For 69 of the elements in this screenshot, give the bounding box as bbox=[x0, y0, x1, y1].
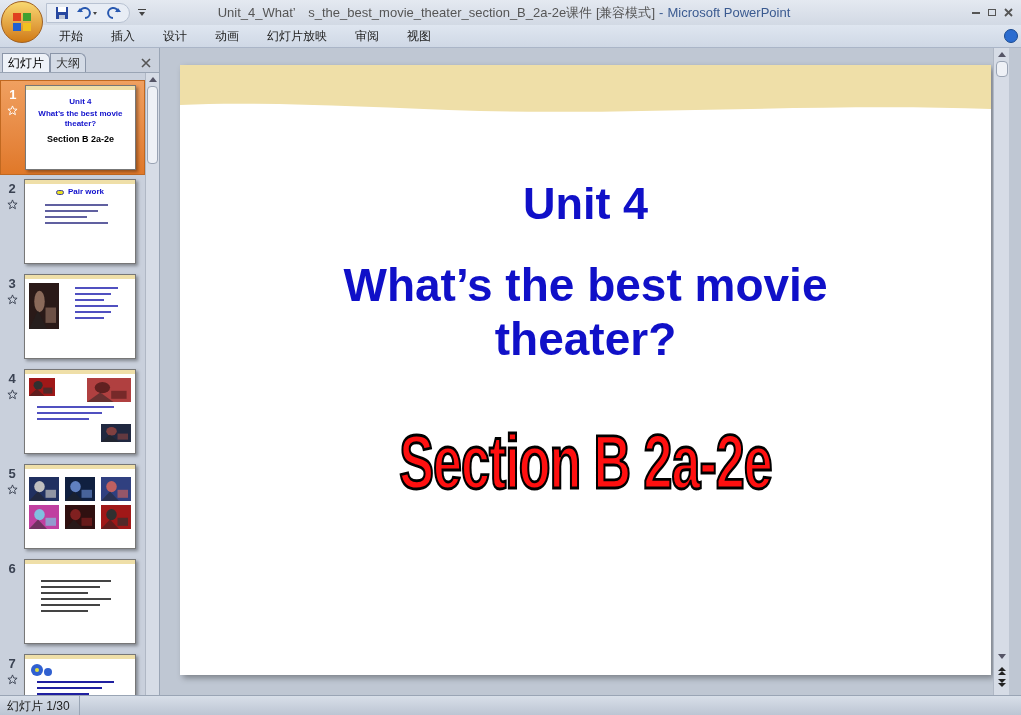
next-slide-icon[interactable] bbox=[997, 679, 1006, 687]
slide-number: 7 bbox=[8, 657, 16, 670]
text-line-drawing bbox=[41, 592, 88, 594]
ribbon-tab[interactable]: 设计 bbox=[154, 25, 196, 47]
office-logo-icon bbox=[12, 12, 32, 32]
text-line-drawing bbox=[75, 287, 119, 289]
text-line-drawing bbox=[45, 204, 108, 206]
text-line-drawing bbox=[37, 418, 89, 420]
text-line-drawing bbox=[41, 604, 100, 606]
minimize-icon[interactable] bbox=[972, 11, 980, 14]
text-line-drawing bbox=[75, 311, 111, 313]
thumb-subtitle: What’s the best movie theater? bbox=[37, 109, 124, 129]
text-line-drawing bbox=[37, 687, 102, 689]
scroll-thumb[interactable] bbox=[147, 86, 158, 164]
text-line-drawing bbox=[41, 580, 112, 582]
scroll-down-icon[interactable] bbox=[997, 654, 1006, 659]
close-icon[interactable] bbox=[141, 58, 151, 68]
ribbon-tab[interactable]: 视图 bbox=[398, 25, 440, 47]
close-icon[interactable] bbox=[1004, 8, 1013, 17]
thumb-title: Unit 4 bbox=[69, 98, 92, 106]
slide-number: 5 bbox=[8, 467, 16, 480]
badge-icon bbox=[56, 189, 64, 195]
save-icon[interactable] bbox=[55, 5, 69, 20]
slide-number: 6 bbox=[8, 562, 16, 575]
undo-icon[interactable] bbox=[77, 5, 99, 20]
flower-icon bbox=[29, 663, 55, 677]
slide-number: 3 bbox=[8, 277, 16, 290]
text-line-drawing bbox=[75, 299, 104, 301]
slide-subtitle: What’s the best movie theater? bbox=[342, 258, 829, 366]
slide-title: Unit 4 bbox=[523, 181, 648, 226]
title-separator: - bbox=[659, 3, 664, 22]
text-line-drawing bbox=[41, 610, 88, 612]
slide-counter: 幻灯片 1/30 bbox=[0, 696, 80, 715]
slide-number: 1 bbox=[9, 88, 17, 101]
ribbon-tab[interactable]: 动画 bbox=[206, 25, 248, 47]
previous-slide-icon[interactable] bbox=[997, 667, 1006, 675]
text-line-drawing bbox=[41, 586, 100, 588]
document-title: Unit_4_What’ s_the_best_movie_theater_section_B_2a-2e课件 [兼容模式] bbox=[217, 3, 656, 22]
panel-tab[interactable]: 幻灯片 bbox=[2, 53, 50, 72]
ribbon-tab[interactable]: 幻灯片放映 bbox=[258, 25, 336, 47]
ribbon-tab[interactable]: 插入 bbox=[102, 25, 144, 47]
scrollbar[interactable] bbox=[145, 73, 159, 695]
text-line-drawing bbox=[75, 305, 119, 307]
slide-number: 2 bbox=[8, 182, 16, 195]
thumb-heading: Pair work bbox=[68, 188, 104, 196]
text-line-drawing bbox=[45, 210, 98, 212]
text-line-drawing bbox=[45, 216, 87, 218]
slide-thumbnail[interactable]: 1 Unit 4 What’s the best movie theater? Section B 2a-2e bbox=[0, 80, 145, 175]
text-line-drawing bbox=[37, 412, 102, 414]
text-line-drawing bbox=[45, 222, 108, 224]
scroll-up-icon[interactable] bbox=[148, 77, 157, 82]
app-title: Microsoft PowerPoint bbox=[667, 3, 791, 22]
thumb-section: Section B 2a-2e bbox=[46, 135, 114, 144]
scrollbar[interactable] bbox=[993, 48, 1009, 695]
text-line-drawing bbox=[75, 293, 111, 295]
office-button[interactable] bbox=[1, 1, 43, 43]
section-heading: Section B 2a-2e bbox=[399, 424, 772, 500]
text-line-drawing bbox=[75, 317, 104, 319]
scroll-up-icon[interactable] bbox=[997, 52, 1006, 57]
restore-icon[interactable] bbox=[988, 9, 996, 16]
text-line-drawing bbox=[37, 693, 89, 695]
slide-number: 4 bbox=[8, 372, 16, 385]
redo-icon[interactable] bbox=[107, 5, 121, 20]
text-line-drawing bbox=[41, 598, 112, 600]
scroll-thumb[interactable] bbox=[995, 61, 1008, 77]
ribbon-tab[interactable]: 审阅 bbox=[346, 25, 388, 47]
panel-tab[interactable]: 大纲 bbox=[50, 53, 86, 72]
customize-icon[interactable] bbox=[138, 8, 146, 17]
ribbon-tab[interactable]: 开始 bbox=[50, 25, 92, 47]
